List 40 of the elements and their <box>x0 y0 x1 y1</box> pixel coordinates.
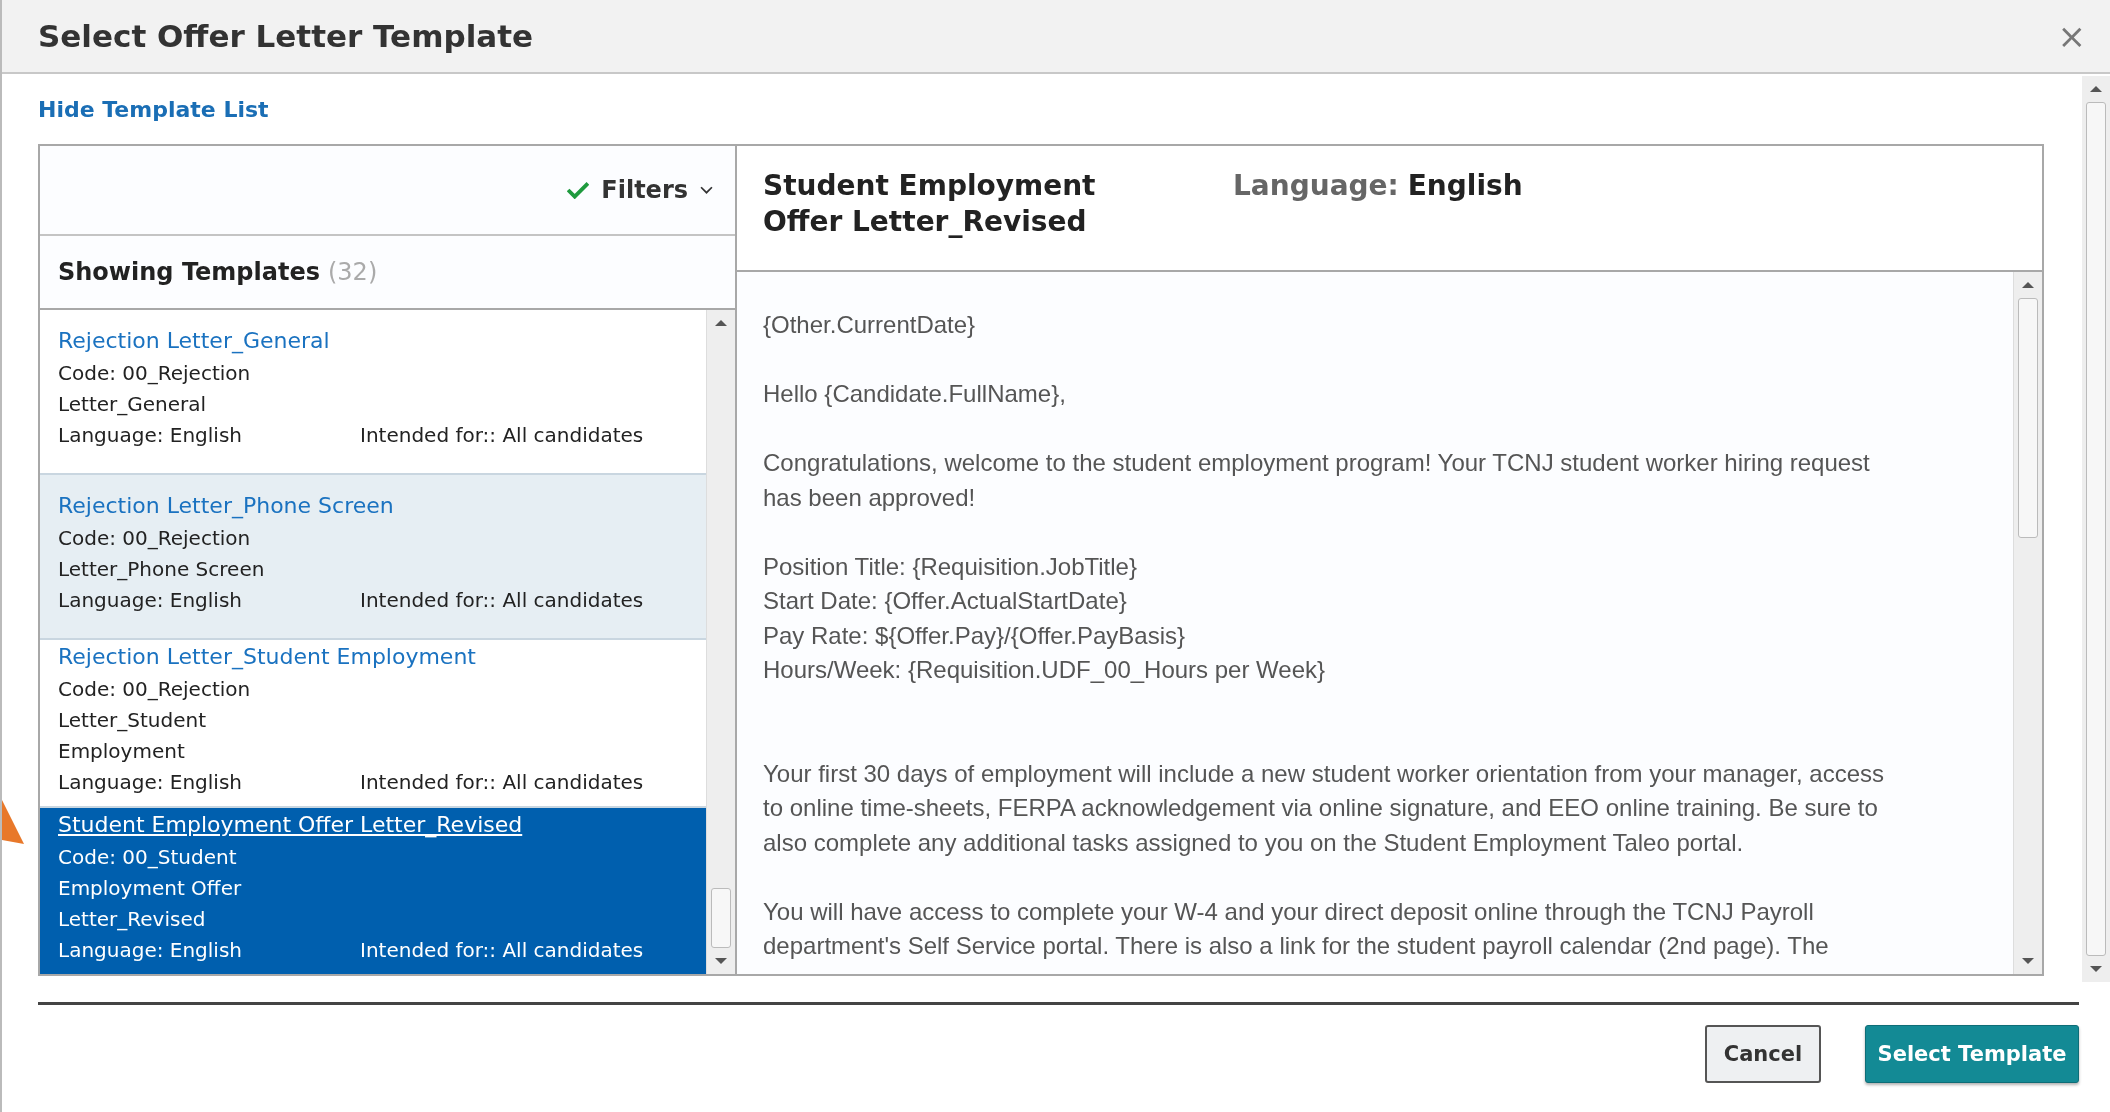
list-scrollbar[interactable] <box>706 310 735 974</box>
close-button[interactable]: × <box>2051 16 2092 56</box>
language-value: English <box>1407 169 1523 202</box>
letter-paragraph: {Other.CurrentDate} <box>763 310 977 340</box>
template-audience: Intended for:: All candidates <box>360 422 645 449</box>
letter-paragraph: Congratulations, welcome to the student employment program! Your TCNJ student worker hiring request has been approved! <box>763 448 1871 513</box>
template-audience: Intended for:: All candidates <box>360 587 645 614</box>
template-title-link[interactable]: Rejection Letter_General <box>58 324 330 358</box>
letter-paragraph: Your first 30 days of employment will include a new student worker orientation from your manager, access to online time-sheets, FERPA acknowledgement via online signature, and EEO online training. Be sure to also complete any additional tasks assigned to you on the Student Employment Taleo portal. <box>763 758 1885 858</box>
template-title-link[interactable]: Rejection Letter_Student Employment <box>58 640 476 674</box>
letter-paragraph: Hello {Candidate.FullName}, <box>763 379 1067 409</box>
template-audience: Intended for:: All candidates <box>360 937 645 964</box>
template-item[interactable]: Rejection Letter_Phone Screen Code: 00_Rejection Letter_Phone Screen Language: English Intended for:: All candidates <box>40 475 706 640</box>
template-title-link[interactable]: Student Employment Offer Letter_Revised <box>58 808 523 842</box>
chevron-down-icon <box>700 185 713 195</box>
cancel-button[interactable]: Cancel <box>1705 1025 1821 1083</box>
template-code: Code: 00_Rejection Letter_Student Employment <box>58 676 252 765</box>
template-language: Language: English <box>58 422 243 449</box>
template-code: Code: 00_Rejection Letter_General <box>58 360 252 418</box>
check-icon <box>567 181 590 199</box>
select-template-button[interactable]: Select Template <box>1865 1025 2079 1083</box>
template-audience: Intended for:: All candidates <box>360 769 645 796</box>
template-code: Code: 00_Student Employment Offer Letter_Revised <box>58 844 243 933</box>
letter-paragraph: You will have access to complete your W-4 and your direct deposit online through the TCNJ Payroll department's Self Service portal. There is also a link for the student payroll calendar (2nd page). The <box>763 896 1830 961</box>
dialog-scrollbar[interactable] <box>2082 76 2110 982</box>
list-heading: Showing Templates <box>58 258 320 286</box>
language-label: Language: <box>1233 169 1399 202</box>
preview-scrollbar[interactable] <box>2013 272 2042 974</box>
template-language: Language: English <box>58 587 243 614</box>
template-code: Code: 00_Rejection Letter_Phone Screen <box>58 525 266 583</box>
dialog-title: Select Offer Letter Template <box>38 18 534 54</box>
template-item[interactable]: Student Employment Offer Letter_Revised Code: 00_Student Employment Offer Letter_Revised Language: English Intended for:: All candidates <box>40 808 706 974</box>
template-language: Language: English <box>58 937 243 964</box>
template-title-link[interactable]: Rejection Letter_Phone Screen <box>58 489 394 523</box>
hide-template-list-link[interactable]: Hide Template List <box>38 96 269 122</box>
filters-dropdown[interactable]: Filters <box>563 172 717 208</box>
template-count: (32) <box>328 258 378 286</box>
template-language: Language: English <box>58 769 243 796</box>
letter-paragraph: Position Title: {Requisition.JobTitle} Start Date: {Offer.ActualStartDate} Pay Rate: ${Offer.Pay}/{Offer.PayBasis} Hours/Week: {Requisition.UDF_00_Hours per Week} <box>763 551 1327 685</box>
preview-title: Student Employment Offer Letter_Revised <box>763 168 1097 240</box>
